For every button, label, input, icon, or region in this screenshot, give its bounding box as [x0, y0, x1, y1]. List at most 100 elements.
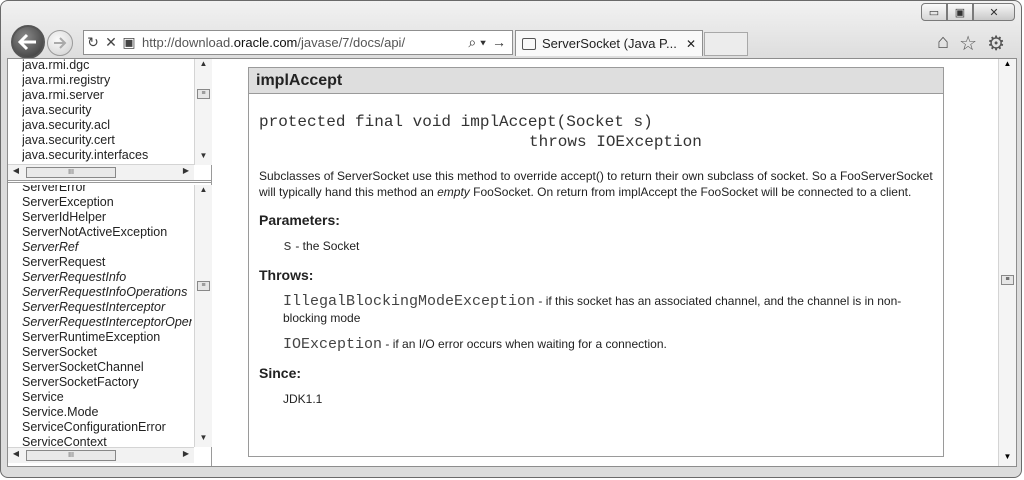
browser-tools: ⌂ ☆ ⚙: [937, 31, 1005, 56]
package-link[interactable]: java.rmi.server: [22, 88, 192, 103]
throws-item: IOException - if an I/O error occurs whe…: [283, 336, 943, 353]
page-icon: ▣: [122, 34, 136, 50]
tools-gear-icon[interactable]: ⚙: [987, 31, 1005, 56]
scroll-down-icon[interactable]: ▼: [195, 151, 212, 165]
window-controls: ▭ ▣ ✕: [921, 3, 1015, 21]
class-frame: ServerError ServerException ServerIdHelper…: [8, 185, 212, 466]
tab-close-icon[interactable]: ✕: [686, 37, 702, 51]
method-description: Subclasses of ServerSocket use this meth…: [259, 168, 933, 200]
method-heading: implAccept: [249, 68, 943, 94]
method-signature: protected final void implAccept(Socket s…: [259, 112, 943, 152]
package-frame: java.rmi.dgc java.rmi.registry java.rmi.se…: [8, 59, 212, 183]
scroll-right-icon[interactable]: ▶: [178, 166, 194, 175]
stop-icon[interactable]: ✕: [102, 34, 120, 51]
forward-arrow-icon: [54, 37, 67, 49]
browser-window: ▭ ▣ ✕ ↻ ✕ ▣ http://download.oracle.com/j…: [0, 0, 1022, 478]
package-hscroll[interactable]: ◀ III ▶: [8, 164, 194, 180]
package-link[interactable]: java.security: [22, 103, 192, 118]
class-link[interactable]: ServerException: [22, 195, 192, 210]
page-content: java.rmi.dgc java.rmi.registry java.rmi.se…: [7, 58, 1017, 467]
maximize-button[interactable]: ▣: [947, 3, 973, 21]
tab-serversocket[interactable]: ServerSocket (Java P... ✕: [515, 30, 703, 56]
parameter-desc: - the Socket: [292, 239, 360, 253]
scroll-left-icon[interactable]: ◀: [8, 166, 24, 175]
favorites-star-icon[interactable]: ☆: [959, 31, 977, 56]
class-link[interactable]: ServerIdHelper: [22, 210, 192, 225]
class-link[interactable]: ServerSocket: [22, 345, 192, 360]
class-link[interactable]: ServerRuntimeException: [22, 330, 192, 345]
go-icon[interactable]: →: [492, 34, 506, 51]
new-tab-button[interactable]: [704, 32, 748, 56]
class-hscroll[interactable]: ◀ III ▶: [8, 447, 194, 463]
parameter-name: s: [283, 238, 293, 255]
class-link[interactable]: Service.Mode: [22, 405, 192, 420]
back-arrow-icon: [18, 33, 36, 51]
description-emphasis: empty: [437, 185, 470, 199]
class-link[interactable]: ServerRequestInfoOperations: [22, 285, 192, 300]
doc-main-pane: implAccept protected final void implAcce…: [214, 59, 998, 466]
forward-button[interactable]: [47, 30, 73, 56]
scroll-thumb[interactable]: ≡: [1001, 275, 1014, 285]
back-button[interactable]: [11, 25, 45, 59]
class-link[interactable]: ServerRequest: [22, 255, 192, 270]
exception-name[interactable]: IllegalBlockingModeException: [283, 293, 535, 310]
scroll-up-icon[interactable]: ▲: [999, 59, 1016, 73]
signature-throws: throws IOException: [529, 133, 702, 151]
minimize-button[interactable]: ▭: [921, 3, 947, 21]
class-link[interactable]: ServerNotActiveException: [22, 225, 192, 240]
scroll-down-icon[interactable]: ▼: [999, 452, 1016, 466]
hscroll-thumb[interactable]: III: [26, 450, 116, 461]
scroll-thumb[interactable]: ≡: [197, 281, 210, 291]
browser-toolbar: ↻ ✕ ▣ http://download.oracle.com/javase/…: [7, 23, 1015, 59]
parameter-item: s - the Socket: [283, 238, 943, 255]
scroll-right-icon[interactable]: ▶: [178, 449, 194, 458]
class-link[interactable]: ServerError: [22, 185, 192, 195]
class-link[interactable]: ServerSocketChannel: [22, 360, 192, 375]
left-navigation: java.rmi.dgc java.rmi.registry java.rmi.se…: [8, 59, 212, 466]
scroll-thumb[interactable]: ≡: [197, 89, 210, 99]
method-detail: implAccept protected final void implAcce…: [248, 67, 944, 457]
url-prefix: http://download.: [142, 35, 234, 50]
package-link[interactable]: java.rmi.registry: [22, 73, 192, 88]
url-suffix: /javase/7/docs/api/: [297, 35, 406, 50]
tab-title: ServerSocket (Java P...: [542, 36, 677, 51]
hscroll-thumb[interactable]: III: [26, 167, 116, 178]
close-window-button[interactable]: ✕: [973, 3, 1015, 21]
class-link[interactable]: Service: [22, 390, 192, 405]
main-vscroll[interactable]: ▲ ≡ ▼: [998, 59, 1016, 466]
class-link[interactable]: ServerRequestInfo: [22, 270, 192, 285]
exception-desc: - if an I/O error occurs when waiting fo…: [382, 337, 667, 351]
class-list: ServerError ServerException ServerIdHelper…: [8, 185, 192, 450]
package-list: java.rmi.dgc java.rmi.registry java.rmi.se…: [8, 59, 192, 163]
class-link[interactable]: ServerRequestInterceptor: [22, 300, 192, 315]
package-link[interactable]: java.security.acl: [22, 118, 192, 133]
refresh-icon[interactable]: ↻: [84, 34, 102, 51]
package-link[interactable]: java.security.cert: [22, 133, 192, 148]
class-vscroll[interactable]: ▲ ≡ ▼: [194, 185, 212, 447]
tab-page-icon: [522, 37, 536, 50]
package-link[interactable]: java.security.interfaces: [22, 148, 192, 163]
url-domain: oracle.com: [233, 35, 298, 50]
description-part: FooSocket. On return from implAccept the…: [469, 185, 912, 199]
exception-name[interactable]: IOException: [283, 336, 382, 353]
class-link[interactable]: ServerRequestInterceptorOperations: [22, 315, 192, 330]
scroll-down-icon[interactable]: ▼: [195, 433, 212, 447]
since-heading: Since:: [259, 365, 302, 381]
class-link[interactable]: ServiceConfigurationError: [22, 420, 192, 435]
url-text[interactable]: http://download.oracle.com/javase/7/docs…: [138, 35, 468, 50]
class-link[interactable]: ServerSocketFactory: [22, 375, 192, 390]
signature-line: protected final void implAccept(Socket s…: [259, 113, 653, 131]
throws-heading: Throws:: [259, 267, 314, 283]
scroll-up-icon[interactable]: ▲: [195, 59, 212, 73]
throws-item: IllegalBlockingModeException - if this s…: [283, 293, 943, 326]
parameters-heading: Parameters:: [259, 212, 340, 228]
scroll-left-icon[interactable]: ◀: [8, 449, 24, 458]
class-link[interactable]: ServerRef: [22, 240, 192, 255]
since-value: JDK1.1: [283, 392, 323, 406]
scroll-up-icon[interactable]: ▲: [195, 185, 212, 199]
search-dropdown-icon[interactable]: ⌕ ▾: [468, 34, 486, 51]
package-vscroll[interactable]: ▲ ≡ ▼: [194, 59, 212, 165]
home-icon[interactable]: ⌂: [937, 31, 949, 56]
address-bar[interactable]: ↻ ✕ ▣ http://download.oracle.com/javase/…: [83, 30, 513, 55]
package-link[interactable]: java.rmi.dgc: [22, 59, 192, 73]
